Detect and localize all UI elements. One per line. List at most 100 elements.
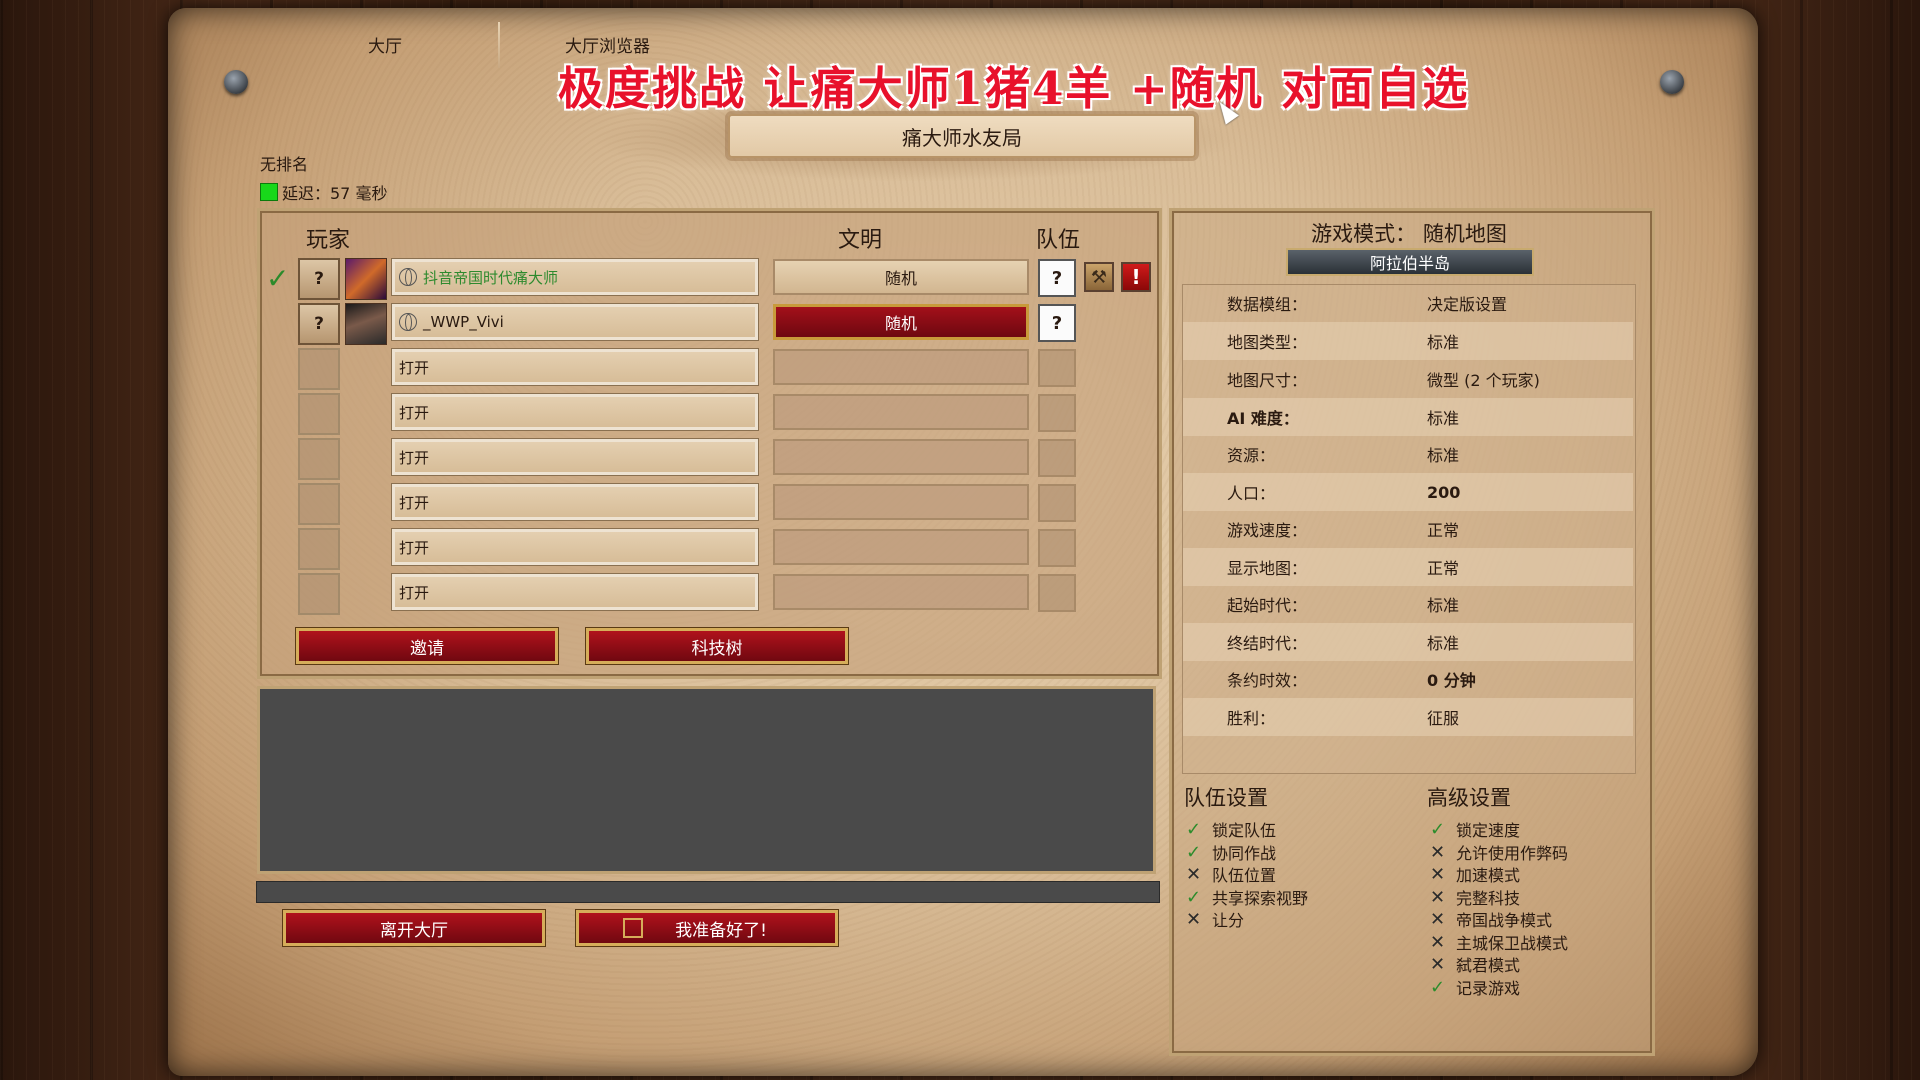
map-select-button[interactable]: 阿拉伯半岛 [1286, 248, 1534, 276]
open-slot-field[interactable]: 打开 [391, 348, 759, 386]
player-name: _WWP_Vivi [423, 313, 504, 331]
civ-select[interactable] [773, 484, 1029, 520]
civ-select[interactable] [773, 529, 1029, 565]
civ-select[interactable] [773, 394, 1029, 430]
tab-divider [498, 22, 500, 68]
advanced-option[interactable]: ✕ 弑君模式 [1430, 953, 1520, 976]
leave-lobby-button[interactable]: 离开大厅 [282, 909, 546, 947]
team-option[interactable]: ✓ 共享探索视野 [1186, 886, 1308, 909]
setting-row[interactable]: 显示地图： 正常 [1183, 548, 1633, 586]
team-option[interactable]: ✓ 协同作战 [1186, 841, 1276, 864]
setting-row[interactable]: 胜利： 征服 [1183, 698, 1633, 736]
team-select[interactable] [1038, 394, 1076, 432]
empty-slot-box[interactable] [298, 438, 340, 480]
civ-select[interactable] [773, 349, 1029, 385]
tab-lobby[interactable]: 大厅 [368, 32, 402, 57]
pin-icon-left [224, 70, 248, 94]
advanced-option[interactable]: ✓ 锁定速度 [1430, 818, 1520, 841]
player-avatar [345, 258, 387, 300]
check-icon: ✓ [1186, 818, 1202, 840]
player-avatar [345, 303, 387, 345]
advanced-option[interactable]: ✕ 加速模式 [1430, 863, 1520, 886]
game-mode-label: 游戏模式： [1311, 222, 1417, 246]
cross-icon: ✕ [1430, 908, 1446, 930]
team-select[interactable] [1038, 349, 1076, 387]
empty-slot-box[interactable] [298, 528, 340, 570]
setting-row[interactable]: 数据模组： 决定版设置 [1183, 284, 1633, 322]
setting-row[interactable]: 起始时代： 标准 [1183, 585, 1633, 623]
ping-indicator: 延迟：57 毫秒 [260, 180, 387, 204]
team-select[interactable] [1038, 574, 1076, 612]
player-ready-check-icon: ✓ [266, 262, 290, 295]
ready-checkbox-icon[interactable] [623, 918, 644, 938]
game-mode-value: 随机地图 [1422, 222, 1507, 246]
team-option[interactable]: ✕ 让分 [1186, 908, 1244, 931]
header-team: 队伍 [1036, 228, 1081, 253]
cross-icon: ✕ [1430, 931, 1446, 953]
empty-slot-box[interactable] [298, 573, 340, 615]
ranked-status: 无排名 [260, 155, 309, 174]
header-player: 玩家 [306, 228, 351, 253]
globe-icon [399, 313, 417, 331]
open-slot-field[interactable]: 打开 [391, 528, 759, 566]
ready-button-label: 我准备好了! [675, 920, 767, 941]
setting-row[interactable]: 资源： 标准 [1183, 435, 1633, 473]
open-slot-field[interactable]: 打开 [391, 438, 759, 476]
setting-row[interactable]: AI 难度： 标准 [1183, 398, 1633, 436]
civ-select[interactable] [773, 439, 1029, 475]
check-icon: ✓ [1186, 841, 1202, 863]
setting-row[interactable]: 地图尺寸： 微型 (2 个玩家) [1183, 360, 1633, 398]
team-option[interactable]: ✕ 队伍位置 [1186, 863, 1276, 886]
setting-row[interactable]: 人口： 200 [1183, 473, 1633, 511]
civ-select[interactable] [773, 574, 1029, 610]
check-icon: ✓ [1430, 976, 1446, 998]
advanced-option[interactable]: ✕ 主城保卫战模式 [1430, 931, 1568, 954]
setting-row[interactable]: 终结时代： 标准 [1183, 623, 1633, 661]
civ-select[interactable]: 随机 [773, 259, 1029, 295]
open-slot-field[interactable]: 打开 [391, 393, 759, 431]
setting-row[interactable]: 条约时效： 0 分钟 [1183, 660, 1633, 698]
team-select[interactable] [1038, 484, 1076, 522]
player-name-field[interactable]: 抖音帝国时代痛大师 [391, 258, 759, 296]
ready-button[interactable]: 我准备好了! [575, 909, 839, 947]
player-slot-number[interactable]: ? [298, 303, 340, 345]
cross-icon: ✕ [1430, 841, 1446, 863]
chat-input[interactable] [256, 881, 1160, 903]
chat-log [257, 686, 1156, 874]
hammer-icon[interactable]: ⚒ [1084, 262, 1114, 292]
check-icon: ✓ [1186, 886, 1202, 908]
kick-player-icon[interactable]: ! [1121, 262, 1151, 292]
team-select[interactable]: ? [1038, 304, 1076, 342]
team-select[interactable] [1038, 439, 1076, 477]
player-name-field[interactable]: _WWP_Vivi [391, 303, 759, 341]
ping-status-icon [260, 183, 278, 201]
cross-icon: ✕ [1186, 908, 1202, 930]
tech-tree-button[interactable]: 科技树 [585, 627, 849, 665]
cross-icon: ✕ [1430, 863, 1446, 885]
empty-slot-box[interactable] [298, 483, 340, 525]
cross-icon: ✕ [1430, 953, 1446, 975]
header-civ: 文明 [838, 228, 883, 253]
ping-text: 延迟：57 毫秒 [282, 184, 388, 203]
advanced-option[interactable]: ✓ 记录游戏 [1430, 976, 1520, 999]
open-slot-field[interactable]: 打开 [391, 483, 759, 521]
game-mode-title: 游戏模式： 随机地图 [1169, 218, 1649, 248]
setting-row[interactable]: 游戏速度： 正常 [1183, 510, 1633, 548]
globe-icon [399, 268, 417, 286]
cross-icon: ✕ [1186, 863, 1202, 885]
invite-button[interactable]: 邀请 [295, 627, 559, 665]
setting-row[interactable]: 地图类型： 标准 [1183, 322, 1633, 360]
advanced-option[interactable]: ✕ 允许使用作弊码 [1430, 841, 1568, 864]
open-slot-field[interactable]: 打开 [391, 573, 759, 611]
civ-select[interactable]: 随机 [773, 304, 1029, 340]
player-slot-number[interactable]: ? [298, 258, 340, 300]
lobby-name: 痛大师水友局 [728, 114, 1196, 158]
team-option[interactable]: ✓ 锁定队伍 [1186, 818, 1276, 841]
empty-slot-box[interactable] [298, 348, 340, 390]
cross-icon: ✕ [1430, 886, 1446, 908]
advanced-option[interactable]: ✕ 帝国战争模式 [1430, 908, 1552, 931]
team-select[interactable]: ? [1038, 259, 1076, 297]
team-select[interactable] [1038, 529, 1076, 567]
empty-slot-box[interactable] [298, 393, 340, 435]
advanced-option[interactable]: ✕ 完整科技 [1430, 886, 1520, 909]
